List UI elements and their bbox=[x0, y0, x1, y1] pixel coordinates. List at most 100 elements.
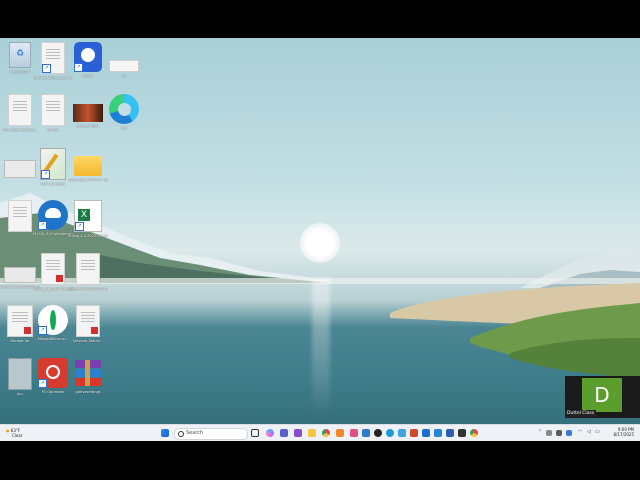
weather-widget[interactable]: ● 63°F Clear bbox=[6, 428, 22, 438]
tray-app-icon[interactable] bbox=[546, 430, 552, 436]
icon-label: Screenshot 2025-07-21 135043 bbox=[68, 287, 108, 291]
start-windows-icon[interactable] bbox=[161, 429, 169, 437]
document-icon bbox=[76, 253, 100, 285]
icon-label: Bravo bbox=[82, 74, 94, 78]
desktop-icon-mongodb[interactable]: ↗ MongoDBComp... bbox=[33, 305, 73, 342]
desktop-icon-folder[interactable]: Class Cont 2025-07 Google Gem - Bkk bbox=[68, 148, 108, 183]
file-explorer-icon[interactable] bbox=[308, 429, 316, 437]
mysql-dolphin-icon: ↗ bbox=[38, 200, 68, 230]
search-icon bbox=[178, 431, 184, 437]
archive-books-icon bbox=[73, 358, 103, 388]
teams-icon[interactable] bbox=[280, 429, 288, 437]
pdf-badge-icon bbox=[24, 327, 31, 334]
shortcut-arrow-icon: ↗ bbox=[41, 170, 50, 179]
desktop-icon-bravo[interactable]: ↗ Bravo bbox=[68, 42, 108, 79]
battery-icon[interactable]: ▭ bbox=[595, 429, 600, 435]
shortcut-arrow-icon: ↗ bbox=[38, 379, 47, 388]
shortcut-arrow-icon: ↗ bbox=[74, 63, 83, 72]
icon-label: Airbus bbox=[47, 128, 59, 132]
taskbar-clock[interactable]: 9:00 PM 8/17/2025 bbox=[604, 427, 634, 437]
desktop-icon-paint[interactable]: ↗ Paint.gradient bbox=[33, 148, 73, 187]
chrome-icon[interactable] bbox=[322, 429, 330, 437]
recycle-bin-icon: ♻ bbox=[9, 42, 31, 68]
document-icon bbox=[8, 94, 32, 126]
icon-label: MySQL 8.0 Workbench bbox=[33, 232, 73, 236]
desktop-icon-mysql[interactable]: ↗ MySQL 8.0 Workbench bbox=[33, 200, 73, 237]
desktop-icon-services-pdf[interactable]: Services_Matrix... bbox=[68, 305, 108, 344]
document-icon bbox=[8, 200, 32, 232]
paint-app-icon: ↗ bbox=[40, 148, 66, 180]
notepad-icon[interactable] bbox=[398, 429, 406, 437]
icon-label: Check_In_Delta 2a Delta bbox=[33, 287, 73, 291]
icon-label: Services_Matrix... bbox=[72, 339, 104, 343]
weather-sun-icon: ● bbox=[6, 428, 10, 433]
wallpaper-sun bbox=[300, 223, 340, 263]
video-thumbnail-icon bbox=[73, 104, 103, 122]
paint-icon[interactable] bbox=[336, 429, 344, 437]
desktop-icon-video[interactable]: Jurassic.mp4 bbox=[68, 94, 108, 129]
document-icon bbox=[41, 94, 65, 126]
icon-label: edy bbox=[120, 126, 128, 130]
search-placeholder: Search bbox=[186, 430, 204, 436]
icon-label: gdrivesettings bbox=[75, 390, 101, 394]
pdf-document-icon bbox=[76, 305, 100, 337]
desktop-icon-excel[interactable]: X ↗ Zhang 4-4 2025-07 Google Sheet bbox=[68, 200, 108, 239]
outlook-icon[interactable] bbox=[422, 429, 430, 437]
icon-label: ok bbox=[121, 74, 127, 78]
icon-label: Zhang 4-4 2025-07 Google Sheet bbox=[68, 234, 108, 238]
desktop-icon-winrar[interactable]: gdrivesettings bbox=[68, 358, 108, 395]
edge-icon[interactable] bbox=[386, 429, 394, 437]
obs-icon[interactable] bbox=[374, 429, 382, 437]
participant-avatar: D bbox=[582, 378, 622, 412]
desktop-icon-check-in-pdf[interactable]: Check_In_Delta 2a Delta bbox=[33, 253, 73, 292]
task-view-icon[interactable] bbox=[251, 429, 259, 437]
pdf-badge-icon bbox=[91, 327, 98, 334]
powerpoint-icon[interactable] bbox=[410, 429, 418, 437]
desktop-icon-screenshot-c[interactable]: Screenshot 2025-07-21 135043 bbox=[68, 253, 108, 292]
pdf-document-icon bbox=[7, 305, 33, 337]
desktop-icon-airbus[interactable]: Airbus bbox=[33, 94, 73, 133]
taskbar: ● 63°F Clear Search ⌃ ◠ ◁ ▭ 9:00 PM 8/17… bbox=[0, 424, 640, 441]
image-thumbnail-icon bbox=[4, 267, 36, 283]
shortcut-arrow-icon: ↗ bbox=[75, 222, 84, 231]
snipping-tool-icon[interactable] bbox=[350, 429, 358, 437]
desktop-wallpaper: ♻ Recycle Bin ↗ Scratch: Discover or Chi… bbox=[0, 38, 640, 424]
desktop-icon-edge[interactable]: edy bbox=[104, 94, 144, 131]
excel-icon: X ↗ bbox=[74, 200, 102, 232]
tray-app-icon[interactable] bbox=[566, 430, 572, 436]
tray-overflow-chevron-icon[interactable]: ⌃ bbox=[538, 429, 542, 435]
icon-label: Paint.gradient bbox=[40, 182, 66, 186]
copilot-icon[interactable] bbox=[266, 429, 274, 437]
file-thumbnail-icon bbox=[8, 358, 32, 390]
icon-label: Jurassic.mp4 bbox=[76, 124, 100, 128]
icon-label: MongoDBComp... bbox=[37, 337, 69, 341]
weather-condition: Clear bbox=[12, 433, 23, 438]
image-thumbnail-icon bbox=[4, 160, 36, 178]
app-icon[interactable] bbox=[362, 429, 370, 437]
vscode-icon[interactable] bbox=[434, 429, 442, 437]
volume-icon[interactable]: ◁ bbox=[587, 429, 591, 435]
desktop-icon-pc-optimizer[interactable]: ↗ PC Optimizer bbox=[33, 358, 73, 395]
word-icon[interactable] bbox=[446, 429, 454, 437]
document-icon: ↗ bbox=[41, 42, 65, 74]
icon-label: Class Cont 2025-07 Google Gem - Bkk bbox=[68, 178, 108, 182]
icon-label: PC Optimizer bbox=[41, 390, 65, 394]
chrome-alt-icon[interactable] bbox=[470, 429, 478, 437]
participant-video-tile[interactable]: D Duttel Class bbox=[565, 376, 640, 418]
participant-name-label: Duttel Class bbox=[565, 410, 597, 417]
pdf-badge-icon bbox=[56, 275, 63, 282]
desktop-icon-ok[interactable]: ok bbox=[104, 42, 144, 79]
pc-optimizer-icon: ↗ bbox=[38, 358, 68, 388]
visual-studio-icon[interactable] bbox=[294, 429, 302, 437]
wifi-icon[interactable]: ◠ bbox=[578, 429, 582, 435]
wallpaper-sun-reflection bbox=[312, 278, 330, 418]
clock-date: 8/17/2025 bbox=[613, 432, 634, 437]
edge-browser-icon bbox=[109, 94, 139, 124]
terminal-icon[interactable] bbox=[458, 429, 466, 437]
desktop-icon-scratch-doc[interactable]: ↗ Scratch: Discover or Chirp Nodes + Kid… bbox=[33, 42, 73, 81]
tray-app-icon[interactable] bbox=[556, 430, 562, 436]
pdf-document-icon bbox=[41, 253, 65, 285]
taskbar-search-box[interactable]: Search bbox=[174, 428, 248, 440]
file-thumbnail-icon bbox=[109, 60, 139, 72]
folder-icon bbox=[74, 156, 102, 176]
